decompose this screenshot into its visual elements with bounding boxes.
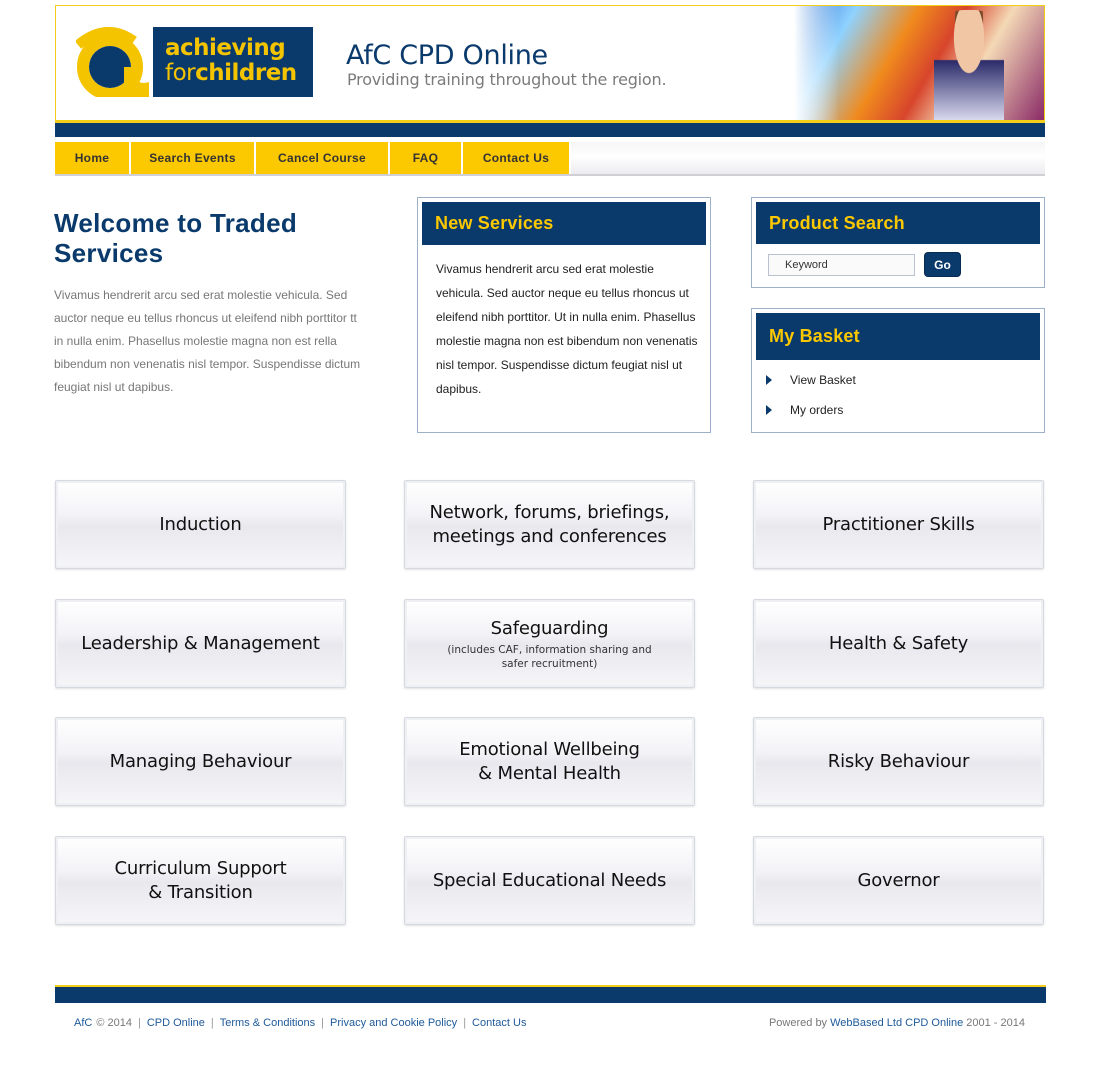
powered-by-prefix: Powered by — [768, 1017, 828, 1029]
tile-label: Health & Safety — [828, 632, 969, 654]
keyword-search-input[interactable] — [768, 254, 915, 276]
tile-practitioner-skills[interactable]: Practitioner Skills — [753, 480, 1044, 569]
logo-line-achieving: achieving — [165, 35, 286, 61]
tile-leadership-management[interactable]: Leadership & Management — [55, 599, 346, 688]
nav-item-contact-us[interactable]: Contact Us — [463, 142, 571, 174]
tile-label: Managing Behaviour — [109, 750, 292, 772]
tile-safeguarding[interactable]: Safeguarding (includes CAF, information … — [404, 599, 695, 688]
my-basket-panel: My Basket View Basket My orders — [751, 308, 1045, 433]
afc-logo[interactable]: achieving forchildren — [76, 27, 313, 97]
new-services-body: Vivamus hendrerit arcu sed erat molestie… — [436, 262, 698, 396]
main-nav: Home Search Events Cancel Course FAQ Con… — [55, 142, 1045, 176]
afc-logo-wordmark: achieving forchildren — [153, 27, 313, 97]
welcome-heading: Welcome to Traded Services — [54, 208, 298, 268]
site-tagline: Providing training throughout the region… — [347, 70, 667, 89]
logo-children: children — [195, 60, 297, 86]
tile-label: Risky Behaviour — [827, 750, 970, 772]
my-orders-label: My orders — [790, 403, 844, 417]
footer-divider-bar — [55, 985, 1046, 1003]
footer-powered-by: Powered by WebBased Ltd CPD Online 2001 … — [769, 1017, 1025, 1029]
product-search-heading: Product Search — [756, 202, 1040, 244]
logo-line-forchildren: forchildren — [165, 61, 313, 86]
tile-label: Induction — [159, 513, 242, 535]
tile-health-safety[interactable]: Health & Safety — [753, 599, 1044, 688]
site-header: achieving forchildren AfC CPD Online Pro… — [55, 5, 1045, 121]
new-services-panel: New Services Vivamus hendrerit arcu sed … — [417, 197, 711, 433]
header-divider-bar — [55, 121, 1045, 137]
nav-item-cancel-course[interactable]: Cancel Course — [256, 142, 390, 174]
tile-label: Network, forums, briefings, meetings and… — [429, 501, 670, 547]
tile-risky-behaviour[interactable]: Risky Behaviour — [753, 717, 1044, 806]
arrow-right-icon — [766, 405, 772, 415]
tile-label: Special Educational Needs — [432, 869, 667, 891]
footer-separator: | — [463, 1017, 467, 1029]
tile-label: Leadership & Management — [81, 632, 320, 654]
nav-item-faq[interactable]: FAQ — [390, 142, 463, 174]
tile-managing-behaviour[interactable]: Managing Behaviour — [55, 717, 346, 806]
tile-network-forums[interactable]: Network, forums, briefings, meetings and… — [404, 480, 695, 569]
tile-emotional-wellbeing[interactable]: Emotional Wellbeing & Mental Health — [404, 717, 695, 806]
footer-privacy-link[interactable]: Privacy and Cookie Policy — [330, 1017, 457, 1029]
arrow-right-icon — [766, 375, 772, 385]
afc-logo-mark-icon — [76, 27, 149, 97]
footer-separator: | — [137, 1017, 141, 1029]
footer-contact-link[interactable]: Contact Us — [472, 1017, 526, 1029]
logo-for: for — [165, 60, 196, 86]
powered-by-years: 2001 - 2014 — [966, 1017, 1025, 1029]
powered-by-link[interactable]: WebBased Ltd CPD Online — [830, 1017, 963, 1029]
tile-sublabel: (includes CAF, information sharing and s… — [447, 643, 652, 670]
welcome-body: Vivamus hendrerit arcu sed erat molestie… — [54, 288, 361, 394]
child-figure — [934, 10, 1004, 120]
footer-cpd-online-link[interactable]: CPD Online — [147, 1017, 205, 1029]
footer-terms-link[interactable]: Terms & Conditions — [220, 1017, 315, 1029]
view-basket-link[interactable]: View Basket — [766, 373, 856, 387]
footer-separator: | — [321, 1017, 325, 1029]
tile-induction[interactable]: Induction — [55, 480, 346, 569]
footer-afc-link[interactable]: AfC — [74, 1017, 92, 1029]
footer-links: AfC © 2014 | CPD Online | Terms & Condit… — [74, 1017, 526, 1029]
view-basket-label: View Basket — [790, 373, 856, 387]
my-orders-link[interactable]: My orders — [766, 403, 843, 417]
tile-special-educational-needs[interactable]: Special Educational Needs — [404, 836, 695, 925]
site-title: AfC CPD Online — [346, 40, 548, 71]
new-services-heading: New Services — [422, 202, 706, 245]
header-photo-child-painting — [794, 6, 1044, 120]
my-basket-heading: My Basket — [756, 313, 1040, 360]
search-go-button[interactable]: Go — [924, 252, 961, 277]
product-search-panel: Product Search Go — [751, 197, 1045, 288]
footer-separator: | — [210, 1017, 214, 1029]
nav-item-search-events[interactable]: Search Events — [131, 142, 256, 174]
tile-label: Curriculum Support & Transition — [114, 857, 287, 903]
tile-label: Practitioner Skills — [822, 513, 975, 535]
footer-copyright: © 2014 — [96, 1017, 132, 1029]
tile-governor[interactable]: Governor — [753, 836, 1044, 925]
tile-label: Safeguarding — [490, 617, 609, 639]
nav-item-home[interactable]: Home — [55, 142, 131, 174]
tile-label: Governor — [857, 869, 940, 891]
tile-curriculum-support[interactable]: Curriculum Support & Transition — [55, 836, 346, 925]
tile-label: Emotional Wellbeing & Mental Health — [459, 738, 640, 784]
